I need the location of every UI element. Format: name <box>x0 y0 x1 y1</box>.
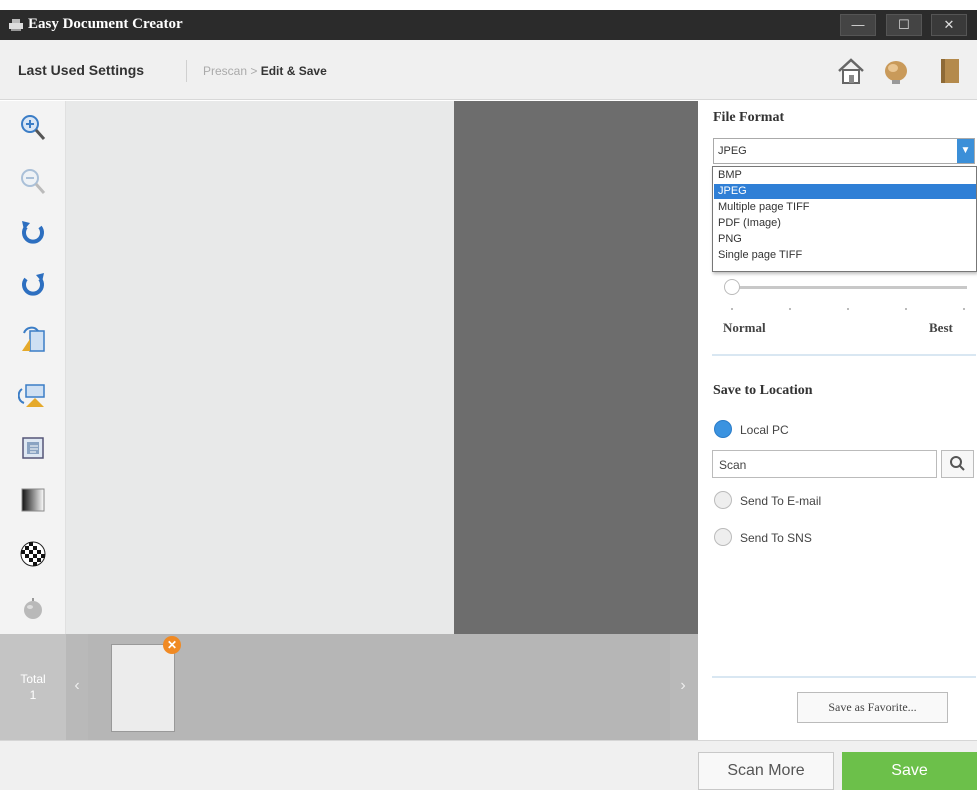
send-email-radio[interactable] <box>714 491 732 509</box>
quality-slider-track[interactable] <box>735 286 967 289</box>
slider-tick <box>963 308 965 310</box>
format-option-png[interactable]: PNG <box>714 232 976 247</box>
save-to-location-label: Save to Location <box>713 383 813 398</box>
maximize-button[interactable]: ☐ <box>886 14 922 36</box>
page-thumbnail[interactable] <box>111 644 175 732</box>
manual-book-icon[interactable] <box>932 54 966 88</box>
last-used-settings-link[interactable]: Last Used Settings <box>18 62 144 78</box>
crop-icon[interactable] <box>18 433 48 463</box>
format-option-bmp[interactable]: BMP <box>714 168 976 183</box>
local-pc-radio[interactable] <box>714 420 732 438</box>
header-divider <box>186 60 187 82</box>
color-icon[interactable] <box>18 593 48 623</box>
dropdown-arrow-icon[interactable]: ▼ <box>957 139 974 163</box>
total-counter: Total 1 <box>0 634 66 740</box>
window-title: Easy Document Creator <box>28 16 183 32</box>
rotate-right-icon[interactable] <box>18 269 48 299</box>
thumbnail-strip: Total 1 ‹ › <box>0 634 698 740</box>
scan-more-button[interactable]: Scan More <box>698 752 834 790</box>
file-format-value: JPEG <box>718 145 747 157</box>
zoom-in-icon[interactable] <box>18 113 48 143</box>
header-bar: Last Used Settings Prescan > Edit & Save <box>0 40 977 100</box>
top-strip <box>0 0 977 10</box>
close-button[interactable]: ✕ <box>931 14 967 36</box>
slider-tick <box>731 308 733 310</box>
breadcrumb-separator: > <box>247 64 261 78</box>
slider-tick <box>905 308 907 310</box>
breadcrumb-prescan[interactable]: Prescan <box>203 64 247 78</box>
file-format-label: File Format <box>713 110 785 125</box>
maximize-icon: ☐ <box>898 17 910 32</box>
flip-horizontal-icon[interactable] <box>18 325 48 355</box>
section-divider <box>712 354 976 356</box>
save-button[interactable]: Save <box>842 752 977 790</box>
home-icon[interactable] <box>834 54 868 88</box>
file-format-dropdown-list: BMP JPEG Multiple page TIFF PDF (Image) … <box>712 166 977 272</box>
slider-tick <box>789 308 791 310</box>
quality-normal-label: Normal <box>723 320 766 335</box>
thumbnail-prev-arrow[interactable]: ‹ <box>66 672 88 700</box>
zoom-out-icon[interactable] <box>18 167 48 197</box>
format-option-jpeg[interactable]: JPEG <box>714 184 976 199</box>
send-sns-radio[interactable] <box>714 528 732 546</box>
total-count: 1 <box>29 688 37 702</box>
rotate-left-icon[interactable] <box>18 217 48 247</box>
local-pc-label[interactable]: Local PC <box>740 423 789 437</box>
folder-path-input[interactable]: Scan <box>712 450 937 478</box>
format-option-pdf[interactable]: PDF (Image) <box>714 216 976 231</box>
brightness-icon[interactable] <box>18 485 48 515</box>
tips-bulb-icon[interactable] <box>879 54 913 88</box>
minimize-icon: — <box>851 17 865 32</box>
breadcrumb-edit-save: Edit & Save <box>260 64 327 78</box>
search-icon <box>950 456 965 471</box>
send-email-label[interactable]: Send To E-mail <box>740 494 821 508</box>
flip-vertical-icon[interactable] <box>17 381 48 411</box>
slider-tick <box>847 308 849 310</box>
section-divider <box>712 676 976 678</box>
folder-path-value: Scan <box>719 458 747 472</box>
edit-toolbar <box>0 101 66 634</box>
browse-folder-button[interactable] <box>941 450 974 478</box>
format-option-single-tiff[interactable]: Single page TIFF <box>714 248 976 263</box>
close-icon: ✕ <box>943 17 955 32</box>
minimize-button[interactable]: — <box>840 14 876 36</box>
app-icon <box>8 18 24 37</box>
thumbnail-next-arrow[interactable]: › <box>672 672 694 700</box>
breadcrumb: Prescan > Edit & Save <box>203 64 327 78</box>
checkerboard-icon[interactable] <box>18 539 48 569</box>
scan-preview-canvas[interactable] <box>66 101 454 634</box>
save-as-favorite-button[interactable]: Save as Favorite... <box>797 692 948 723</box>
format-option-multipage-tiff[interactable]: Multiple page TIFF <box>714 200 976 215</box>
quality-slider-handle[interactable] <box>724 279 740 295</box>
total-label: Total <box>20 672 46 686</box>
title-bar: Easy Document Creator — ☐ ✕ <box>0 10 977 40</box>
quality-best-label: Best <box>929 320 953 335</box>
file-format-select[interactable]: JPEG <box>713 138 975 164</box>
remove-thumbnail-icon[interactable]: ✕ <box>163 636 181 654</box>
send-sns-label[interactable]: Send To SNS <box>740 531 812 545</box>
preview-background <box>454 101 698 634</box>
